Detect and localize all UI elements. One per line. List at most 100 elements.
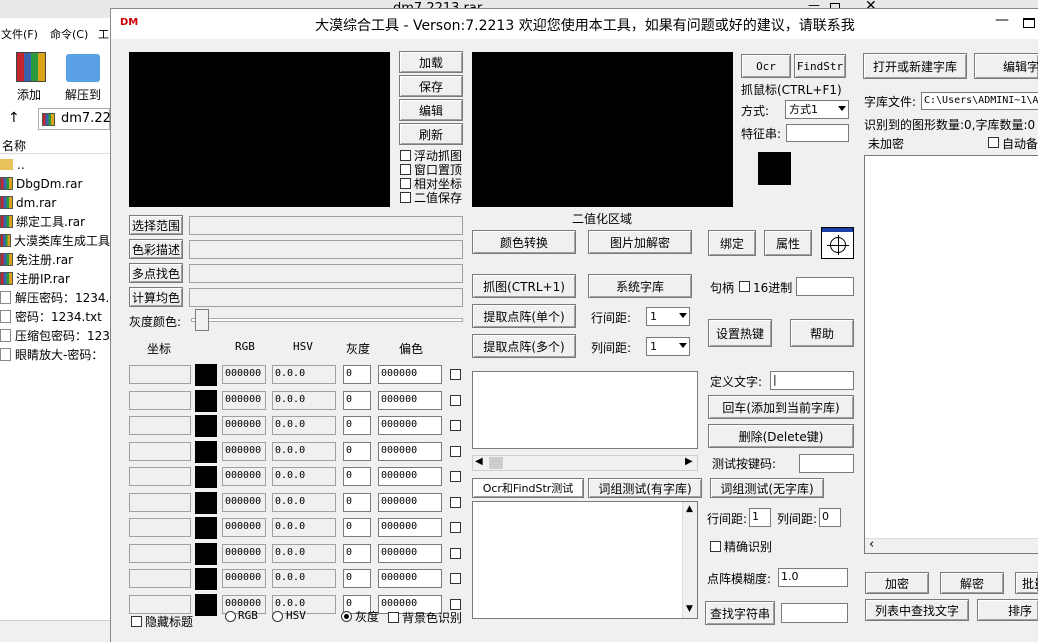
help-button[interactable]: 帮助 — [790, 319, 854, 347]
gray-slider-track[interactable] — [191, 318, 463, 322]
scroll-thumb[interactable] — [489, 457, 503, 469]
extract-single-button[interactable]: 提取点阵(单个) — [472, 304, 576, 328]
list-item[interactable]: DbgDm.rar — [0, 174, 110, 193]
gray-field[interactable]: 0 — [343, 544, 371, 563]
coord-field[interactable] — [129, 442, 191, 461]
hsv-field[interactable]: 0.0.0 — [272, 544, 336, 563]
row-checkbox[interactable] — [450, 446, 461, 457]
window-finder-target[interactable] — [821, 227, 854, 259]
coord-field[interactable] — [129, 595, 191, 614]
coord-field[interactable] — [129, 365, 191, 384]
offset-field[interactable]: 000000 — [378, 518, 442, 537]
offset-field[interactable]: 000000 — [378, 391, 442, 410]
save-button[interactable]: 保存 — [399, 75, 463, 97]
coord-field[interactable] — [129, 518, 191, 537]
gray-slider-thumb[interactable] — [195, 309, 209, 331]
hsv-field[interactable]: 0.0.0 — [272, 569, 336, 588]
rgb-field[interactable]: 000000 — [222, 544, 266, 563]
handle-field[interactable] — [796, 277, 854, 296]
tab-group-with-lib[interactable]: 词组测试(有字库) — [588, 478, 702, 498]
offset-field[interactable]: 000000 — [378, 544, 442, 563]
test-result-textarea[interactable] — [472, 501, 698, 619]
color-desc-field[interactable] — [189, 240, 463, 259]
color-convert-button[interactable]: 颜色转换 — [472, 230, 576, 254]
row-checkbox[interactable] — [450, 522, 461, 533]
rgb-field[interactable]: 000000 — [222, 569, 266, 588]
find-string-field[interactable] — [781, 603, 848, 623]
tab-ocr-findstr[interactable]: Ocr和FindStr测试 — [472, 478, 584, 498]
gray-field[interactable]: 0 — [343, 569, 371, 588]
offset-field[interactable]: 000000 — [378, 569, 442, 588]
offset-field[interactable]: 000000 — [378, 493, 442, 512]
avg-color-field[interactable] — [189, 288, 463, 307]
find-string-button[interactable]: 查找字符串 — [705, 601, 775, 625]
list-item[interactable]: 注册IP.rar — [0, 269, 110, 288]
hsv-field[interactable]: 0.0.0 — [272, 442, 336, 461]
coord-field[interactable] — [129, 416, 191, 435]
load-button[interactable]: 加载 — [399, 51, 463, 73]
multi-color-button[interactable]: 多点找色 — [129, 263, 183, 283]
list-item[interactable]: 密码：1234.txt — [0, 307, 110, 326]
gray-field[interactable]: 0 — [343, 442, 371, 461]
precise-checkbox[interactable] — [710, 541, 721, 552]
hide-title-checkbox[interactable] — [131, 616, 142, 627]
col-spacing2-field[interactable]: 0 — [819, 508, 841, 527]
ocr-button[interactable]: Ocr — [741, 54, 791, 78]
window-top-checkbox[interactable] — [400, 164, 411, 175]
binarize-preview[interactable] — [472, 52, 733, 207]
line-spacing-field[interactable]: 1 — [749, 508, 771, 527]
sort-button[interactable]: 排序 — [977, 599, 1038, 621]
rgb-field[interactable]: 000000 — [222, 442, 266, 461]
blur-field[interactable]: 1.0 — [778, 568, 848, 587]
auto-backup-checkbox[interactable] — [988, 137, 999, 148]
hsv-radio[interactable] — [272, 611, 283, 622]
hsv-field[interactable]: 0.0.0 — [272, 416, 336, 435]
extract-multi-button[interactable]: 提取点阵(多个) — [472, 334, 576, 358]
list-item[interactable]: 解压密码：1234. — [0, 288, 110, 307]
offset-field[interactable]: 000000 — [378, 442, 442, 461]
scroll-up-icon[interactable]: ▲ — [686, 504, 693, 514]
bg-extract-button[interactable]: 解压到 — [62, 50, 106, 102]
coord-field[interactable] — [129, 467, 191, 486]
offset-field[interactable]: 000000 — [378, 365, 442, 384]
minimize-icon[interactable]: — — [995, 12, 1009, 28]
relative-coord-checkbox[interactable] — [400, 178, 411, 189]
rgb-field[interactable]: 000000 — [222, 518, 266, 537]
col-spacing-select[interactable]: 1 — [646, 337, 690, 356]
rgb-field[interactable]: 000000 — [222, 467, 266, 486]
rgb-field[interactable]: 000000 — [222, 391, 266, 410]
row-checkbox[interactable] — [450, 497, 461, 508]
system-font-lib-button[interactable]: 系统字库 — [588, 274, 692, 298]
list-item[interactable]: 大漠类库生成工具 — [0, 231, 110, 250]
edit-button[interactable]: 编辑 — [399, 99, 463, 121]
lib-file-field[interactable]: C:\Users\ADMINI~1\A — [921, 92, 1038, 110]
coord-field[interactable] — [129, 493, 191, 512]
up-arrow-icon[interactable]: ↑ — [8, 110, 20, 126]
tab-group-no-lib[interactable]: 词组测试(无字库) — [710, 478, 824, 498]
list-item[interactable]: 绑定工具.rar — [0, 212, 110, 231]
row-checkbox[interactable] — [450, 573, 461, 584]
row-checkbox[interactable] — [450, 471, 461, 482]
binary-save-checkbox[interactable] — [400, 192, 411, 203]
set-hotkey-button[interactable]: 设置热键 — [708, 319, 772, 347]
capture-button[interactable]: 抓图(CTRL+1) — [472, 274, 576, 298]
offset-field[interactable]: 000000 — [378, 467, 442, 486]
float-capture-checkbox[interactable] — [400, 150, 411, 161]
list-find-text-button[interactable]: 列表中查找文字 — [865, 599, 969, 621]
encrypt-button[interactable]: 加密 — [865, 572, 929, 594]
multi-color-field[interactable] — [189, 264, 463, 283]
vertical-scrollbar[interactable]: ▲ ▼ — [682, 502, 697, 618]
rgb-field[interactable]: 000000 — [222, 416, 266, 435]
bg-menu-tool[interactable]: 工 — [98, 26, 109, 42]
scroll-left-icon[interactable]: ‹ — [869, 537, 874, 552]
list-item[interactable]: dm.rar — [0, 193, 110, 212]
gray-radio[interactable] — [341, 611, 352, 622]
bind-button[interactable]: 绑定 — [708, 230, 756, 256]
rgb-field[interactable]: 000000 — [222, 365, 266, 384]
maximize-icon[interactable] — [1023, 18, 1035, 28]
coord-field[interactable] — [129, 391, 191, 410]
list-item[interactable]: 免注册.rar — [0, 250, 110, 269]
rgb-field[interactable]: 000000 — [222, 493, 266, 512]
row-checkbox[interactable] — [450, 420, 461, 431]
row-checkbox[interactable] — [450, 548, 461, 559]
